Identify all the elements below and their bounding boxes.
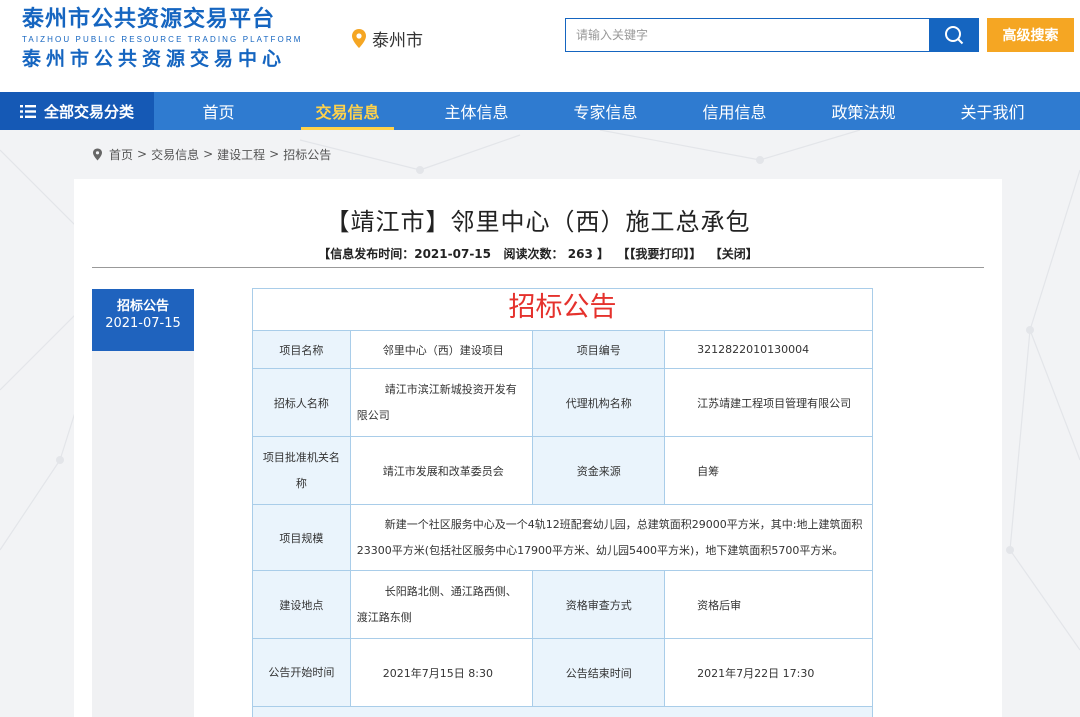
breadcrumb: 首页 > 交易信息 > 建设工程 > 招标公告 [0,130,1080,178]
agency-label: 代理机构名称 [532,368,666,437]
all-categories-button[interactable]: 全部交易分类 [0,92,154,130]
article-meta: 【信息发布时间：2021-07-15 阅读次数： 263 】 【【我要打印】】 … [74,245,1002,262]
project-scale-value: 新建一个社区服务中心及一个4轨12班配套幼儿园，总建筑面积29000平方米，其中… [349,504,874,571]
article-card: 【靖江市】邻里中心（西）施工总承包 【信息发布时间：2021-07-15 阅读次… [74,179,1002,717]
side-tab-label: 招标公告 [116,299,169,314]
qualification-label: 资格审查方式 [532,570,666,639]
breadcrumb-separator: > [137,147,148,161]
nav-item-policy[interactable]: 政策法规 [799,92,928,130]
agency-value: 江苏靖建工程项目管理有限公司 [664,368,873,437]
breadcrumb-home[interactable]: 首页 [109,146,133,163]
nav-item-expert-info[interactable]: 专家信息 [541,92,670,130]
table-row-partial [252,706,873,717]
search-button[interactable] [929,18,979,52]
nav-item-trading-info[interactable]: 交易信息 [283,92,412,130]
meta-prefix: 【信息发布时间： [318,247,415,261]
menu-icon [19,104,36,118]
tenderer-label: 招标人名称 [252,368,351,437]
project-no-label: 项目编号 [532,330,666,369]
breadcrumb-separator: > [269,147,280,161]
breadcrumb-separator: > [203,147,214,161]
site-header: 泰州市公共资源交易平台 TAIZHOU PUBLIC RESOURCE TRAD… [0,0,1080,92]
logo-english-title: TAIZHOU PUBLIC RESOURCE TRADING PLATFORM [22,35,303,44]
start-time-label: 公告开始时间 [252,638,351,707]
city-name: 泰州市 [372,31,423,51]
nav-item-credit-info[interactable]: 信用信息 [670,92,799,130]
site-logo[interactable]: 泰州市公共资源交易平台 TAIZHOU PUBLIC RESOURCE TRAD… [22,6,302,72]
table-row: 公告开始时间 2021年7月15日 8:30 公告结束时间 2021年7月22日… [252,638,873,707]
advanced-search-button[interactable]: 高级搜索 [987,18,1074,52]
search-input[interactable] [565,18,929,52]
main-nav: 全部交易分类 首页 交易信息 主体信息 专家信息 信用信息 政策法规 关于我们 [0,92,1080,130]
breadcrumb-trading-info[interactable]: 交易信息 [151,146,199,163]
search-icon [945,26,964,45]
location-value: 长阳路北侧、通江路西侧、渡江路东侧 [349,570,534,639]
location-pin-icon [352,28,366,48]
table-row: 项目批准机关名称 靖江市发展和改革委员会 资金来源 自筹 [252,436,873,505]
end-time-label: 公告结束时间 [532,638,666,707]
publish-date: 2021-07-15 [414,247,491,261]
location-label: 建设地点 [252,570,351,639]
table-row: 招标人名称 靖江市滨江新城投资开发有限公司 代理机构名称 江苏靖建工程项目管理有… [252,368,873,437]
tender-notice-document: 招标公告 项目名称 邻里中心（西）建设项目 项目编号 3212822010130… [252,288,874,717]
breadcrumb-current[interactable]: 招标公告 [283,146,331,163]
read-count: 263 [567,247,593,261]
location-pin-icon [93,148,102,160]
end-time-value: 2021年7月22日 17:30 [664,638,873,707]
fund-source-value: 自筹 [664,436,873,505]
qualification-value: 资格后审 [664,570,873,639]
nav-item-entity-info[interactable]: 主体信息 [412,92,541,130]
project-scale-label: 项目规模 [252,504,351,571]
table-row: 项目名称 邻里中心（西）建设项目 项目编号 3212822010130004 [252,330,873,369]
logo-title: 泰州市公共资源交易平台 [22,7,276,32]
table-row: 建设地点 长阳路北侧、通江路西侧、渡江路东侧 资格审查方式 资格后审 [252,570,873,639]
reads-label: 阅读次数： [503,247,564,261]
side-tab-tender-notice[interactable]: 招标公告 2021-07-15 [92,289,194,351]
close-link[interactable]: 【关闭】 [710,247,758,261]
city-selector[interactable]: 泰州市 [350,26,423,51]
project-name-value: 邻里中心（西）建设项目 [349,330,534,369]
nav-item-home[interactable]: 首页 [154,92,283,130]
approval-label: 项目批准机关名称 [252,436,351,505]
article-title: 【靖江市】邻里中心（西）施工总承包 [325,208,751,236]
tender-info-table: 项目名称 邻里中心（西）建设项目 项目编号 3212822010130004 招… [252,330,874,717]
table-row: 项目规模 新建一个社区服务中心及一个4轨12班配套幼儿园，总建筑面积29000平… [252,504,874,571]
search-bar: 高级搜索 [565,18,1074,52]
approval-value: 靖江市发展和改革委员会 [349,436,534,505]
tenderer-value: 靖江市滨江新城投资开发有限公司 [349,368,534,437]
side-tab-date: 2021-07-15 [105,316,181,331]
project-no-value: 3212822010130004 [664,330,873,369]
title-divider [92,267,984,268]
fund-source-label: 资金来源 [532,436,666,505]
project-name-label: 项目名称 [252,330,351,369]
logo-subtitle: 泰州市公共资源交易中心 [22,48,287,70]
meta-suffix: 】 [597,247,610,261]
nav-item-about[interactable]: 关于我们 [928,92,1057,130]
table-row [252,706,873,717]
print-link[interactable]: 【【我要打印】】 [617,247,701,261]
breadcrumb-construction[interactable]: 建设工程 [217,146,265,163]
side-panel: 招标公告 2021-07-15 [92,289,194,717]
start-time-value: 2021年7月15日 8:30 [349,638,534,707]
document-heading: 招标公告 [252,288,873,330]
all-categories-label: 全部交易分类 [43,102,134,121]
